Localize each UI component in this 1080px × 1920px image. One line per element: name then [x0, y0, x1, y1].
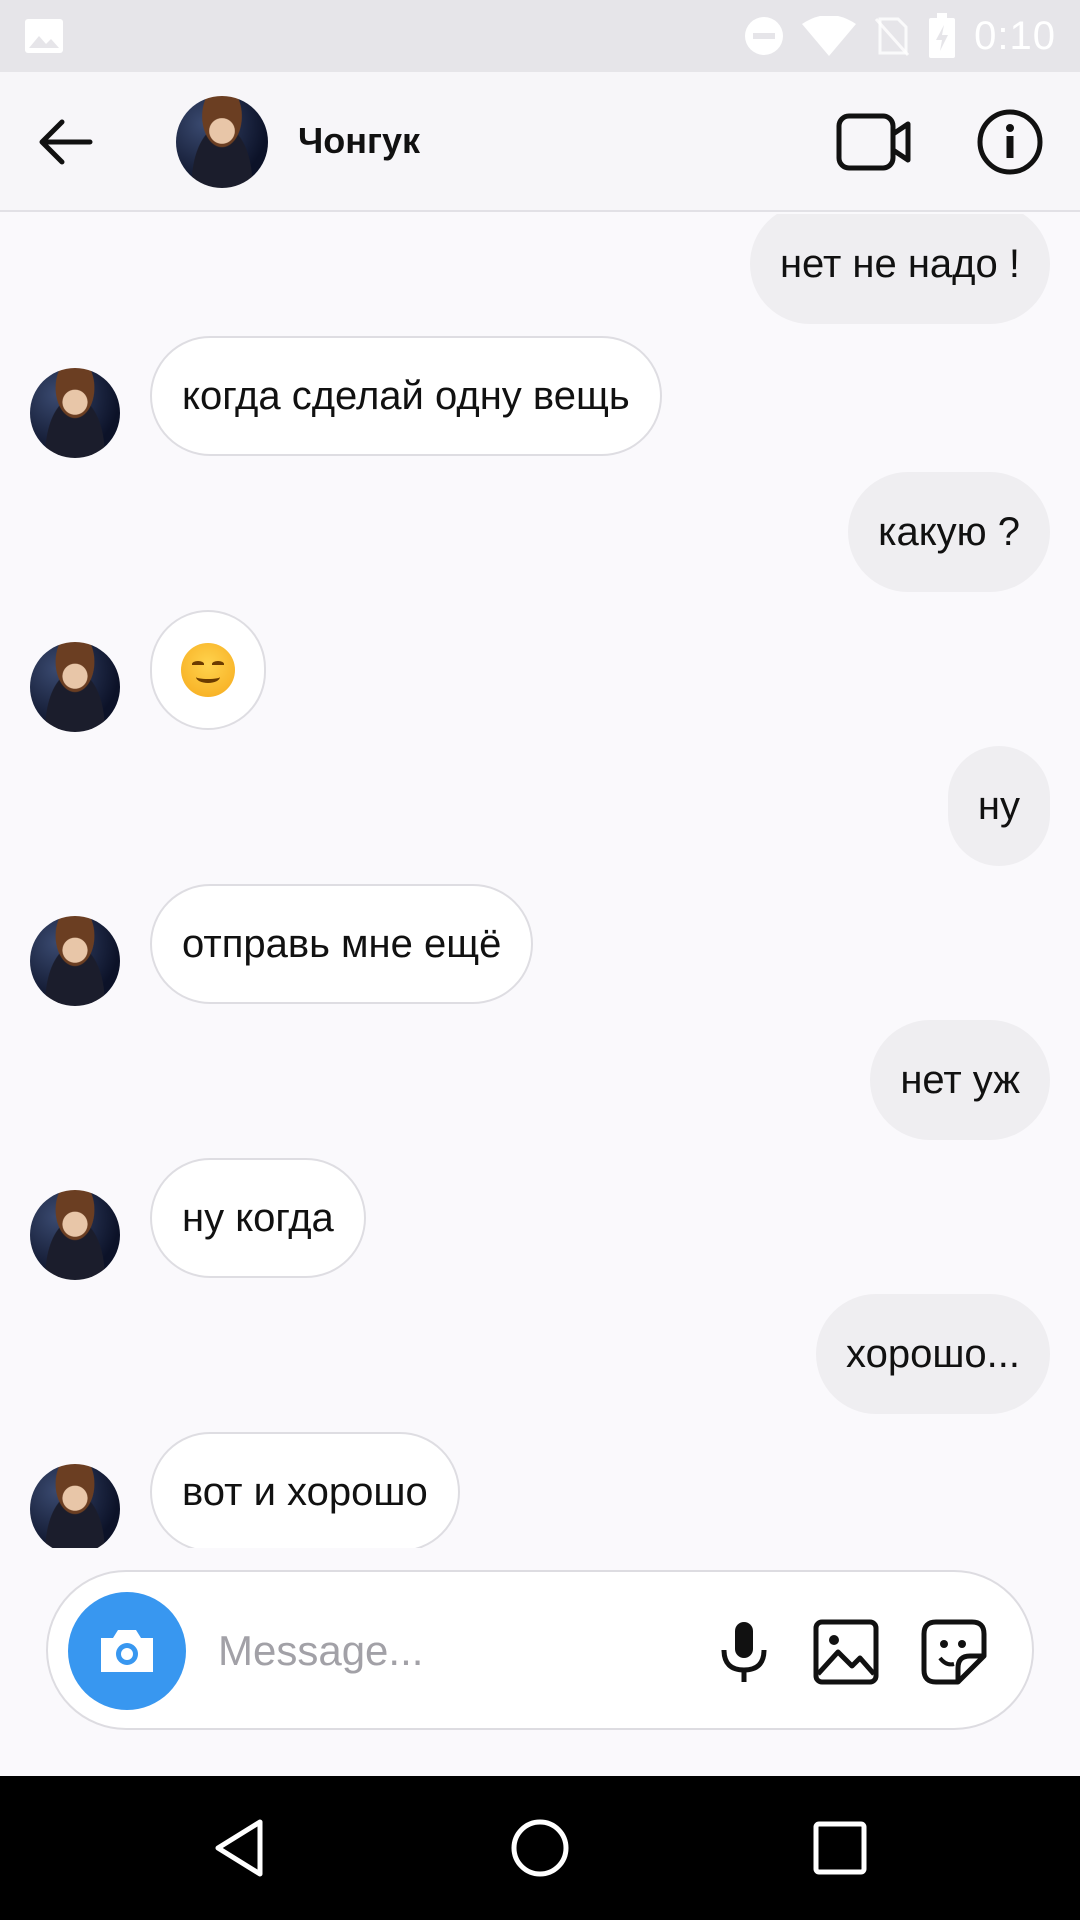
message-text: хорошо... [846, 1331, 1020, 1376]
nav-recents-button[interactable] [808, 1816, 872, 1880]
info-icon [976, 108, 1044, 176]
sender-avatar[interactable] [30, 1464, 120, 1548]
received-message[interactable]: отправь мне ещё [150, 884, 534, 1004]
nav-back-icon [210, 1816, 274, 1880]
sent-message[interactable]: ну [947, 746, 1050, 866]
chat-header: Чонгук [0, 72, 1080, 212]
message-input[interactable] [218, 1612, 718, 1690]
back-arrow-icon [36, 112, 96, 172]
gallery-button[interactable] [810, 1616, 882, 1688]
message-text: отправь мне ещё [182, 921, 502, 966]
voice-message-button[interactable] [708, 1616, 780, 1688]
sender-avatar[interactable] [30, 368, 120, 458]
message-text: нет уж [900, 1057, 1020, 1102]
nav-recents-icon [808, 1816, 872, 1880]
back-button[interactable] [36, 112, 96, 172]
message-text: нет не надо ! [779, 241, 1020, 286]
battery-charging-icon [928, 13, 956, 59]
sticker-button[interactable] [918, 1616, 990, 1688]
status-time: 0:10 [974, 13, 1056, 58]
sender-avatar[interactable] [30, 642, 120, 732]
nav-home-icon [508, 1816, 572, 1880]
message-list[interactable]: нет не надо ! когда сделай одну вещь как… [0, 214, 1080, 1548]
camera-icon [97, 1626, 157, 1676]
contact-name[interactable]: Чонгук [298, 120, 420, 162]
sent-message[interactable]: хорошо... [816, 1294, 1050, 1414]
microphone-icon [708, 1616, 780, 1688]
status-bar: 0:10 [0, 0, 1080, 72]
no-sim-icon [874, 15, 910, 57]
received-message[interactable]: когда сделай одну вещь [150, 336, 662, 456]
camera-button[interactable] [68, 1592, 186, 1710]
gallery-icon [810, 1616, 882, 1688]
message-text: какую ? [878, 509, 1020, 554]
system-nav-bar [0, 1776, 1080, 1920]
video-call-button[interactable] [836, 110, 912, 174]
nav-home-button[interactable] [508, 1816, 572, 1880]
sent-message[interactable]: какую ? [848, 472, 1050, 592]
contact-avatar[interactable] [176, 96, 268, 188]
smiling-face-emoji [181, 643, 235, 697]
message-text: ну когда [182, 1195, 334, 1240]
sent-message[interactable]: нет не надо ! [749, 214, 1050, 324]
message-text: когда сделай одну вещь [182, 373, 630, 418]
sticker-icon [918, 1616, 990, 1688]
message-text: ну [977, 783, 1020, 828]
sent-message[interactable]: нет уж [870, 1020, 1050, 1140]
received-message[interactable]: вот и хорошо [150, 1432, 460, 1548]
message-text: вот и хорошо [182, 1469, 428, 1514]
video-call-icon [836, 110, 912, 174]
info-button[interactable] [976, 108, 1044, 176]
wifi-icon [802, 16, 857, 56]
received-message[interactable]: ну когда [150, 1158, 366, 1278]
do-not-disturb-icon [744, 16, 784, 56]
chat-screen: 0:10 Чонгук нет не надо ! когда сделай о… [0, 0, 1080, 1920]
nav-back-button[interactable] [210, 1816, 274, 1880]
received-message[interactable] [150, 610, 266, 730]
image-icon [24, 18, 64, 54]
sender-avatar[interactable] [30, 1190, 120, 1280]
message-composer [46, 1570, 1034, 1730]
sender-avatar[interactable] [30, 916, 120, 1006]
